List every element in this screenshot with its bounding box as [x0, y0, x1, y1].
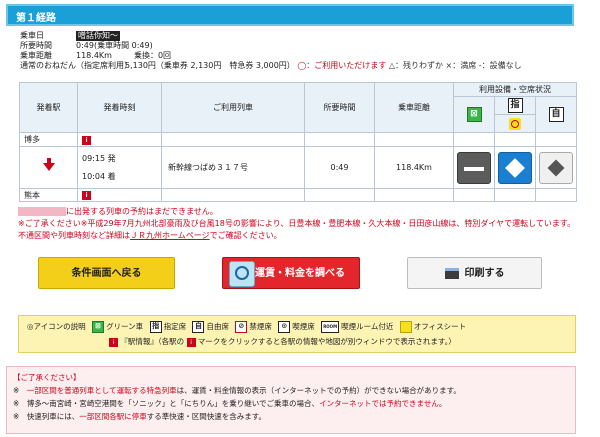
free-seat-icon: 自 — [192, 321, 205, 333]
legend-room: ROOM 喫煙ルーム付近 — [321, 319, 393, 334]
reserved-status — [494, 146, 536, 189]
header-facilities: 利用設備・空席状況 — [452, 82, 578, 97]
no-smoking-icon: ⊘ — [235, 321, 248, 333]
distance-value: 118.4Km — [374, 146, 454, 189]
green-status — [453, 146, 495, 189]
date-row: 乗車日 噌話你知〜 — [20, 31, 522, 41]
notice-box: 【ご了承ください】 ※ 一部区間を普通列車として運転する特急列車は、運賃・料金情… — [6, 366, 576, 434]
search-icon — [229, 261, 255, 287]
reserved-seat-icon: 指 — [149, 321, 162, 333]
smoking-icon: ⊙ — [278, 321, 291, 333]
legend-row-1: ◎アイコンの説明 ⊠ グリーン車 指指定席 自自由席 ⊘ 禁煙席 ⊙ 喫煙席 ROOM… — [27, 319, 567, 334]
legend-green: ⊠ グリーン車 — [92, 319, 143, 334]
reserved-seat-icon: 指 — [507, 98, 523, 113]
warning-line-1: に出発する列車の予約はまだできません。 — [18, 206, 576, 218]
departure-time: 09:15 発 — [82, 153, 116, 163]
transfer-count: 乗換：0回 — [133, 51, 172, 60]
from-station-info: i — [77, 132, 162, 147]
header-distance: 乗車距離 — [374, 82, 454, 133]
time-value: 0:49(乗車時間 0:49) — [76, 41, 153, 50]
train-name: 新幹線つばめ３１７号 — [161, 146, 305, 189]
legend-full: ×：満席 — [445, 61, 477, 70]
to-station: 熊本 — [19, 188, 78, 202]
station-info-icon[interactable]: i — [82, 191, 91, 200]
to-station-info: i — [77, 188, 162, 202]
distance-row: 乗車距離 118.4Km 乗換：0回 — [20, 51, 522, 61]
free-seat-status-icon[interactable] — [539, 151, 573, 184]
legend-row-2: i 『駅情報』（各駅の i マークをクリックすると各駅の情報や地図が別ウィンドウ… — [27, 334, 567, 349]
time-row: 所要時間 0:49(乗車時間 0:49) — [20, 41, 522, 51]
jr-kyushu-link[interactable]: ＪＲ九州ホームページ — [130, 231, 210, 240]
notice-line-1: ※ 一部区間を普通列車として運転する特急列車は、運賃・料金情報の表示（インターネ… — [13, 386, 461, 395]
header-dep-time: 発着時刻 — [77, 82, 162, 133]
unavailable-icon[interactable] — [457, 151, 491, 184]
smoking-room-icon: ROOM — [321, 321, 340, 333]
date-value: 噌話你知〜 — [76, 31, 120, 41]
check-fare-button[interactable]: 運賃・料金を調べる — [222, 257, 360, 289]
fare-row: 通常のおねだん（指定席利用）5,130円（乗車券 2,130円 特急券 3,00… — [20, 61, 522, 71]
legend-reserved: 指指定席 — [149, 319, 186, 334]
arrival-time: 10:04 着 — [82, 171, 116, 181]
route-info: 乗車日 噌話你知〜 所要時間 0:49(乗車時間 0:49) 乗車距離 118.4Km… — [20, 31, 522, 71]
green-car-icon: ⊠ — [92, 321, 105, 333]
direction-arrow — [19, 146, 78, 189]
legend-smoke: ⊙ 喫煙席 — [278, 319, 315, 334]
time-label: 所要時間 — [20, 41, 52, 50]
green-car-icon: ⊠ — [466, 107, 482, 122]
station-info-icon[interactable]: i — [82, 135, 91, 145]
legend-nosmoke: ⊘ 禁煙席 — [235, 319, 272, 334]
header-dep-station: 発着駅 — [19, 82, 78, 133]
duration-value: 0:49 — [304, 146, 375, 189]
notice-line-2: ※ 博多〜南宮崎・宮崎空港間を「ソニック」と「にちりん」を乗り継いでご乗車の場合… — [13, 399, 447, 408]
date-label: 乗車日 — [20, 31, 44, 40]
facility-green: ⊠ — [453, 96, 495, 133]
fare-label: 通常のおねだん（指定席利用） — [20, 61, 132, 70]
notice-line-3: ※ 快速列車には、一部区間各駅に停車する準快速・区間快速を含みます。 — [13, 412, 267, 421]
free-status — [534, 146, 578, 189]
print-button[interactable]: 印刷する — [407, 257, 542, 289]
facility-reserved: 指 — [494, 96, 536, 115]
distance-value: 118.4Km — [76, 51, 112, 60]
masked-date — [18, 207, 66, 216]
station-info-icon: i — [109, 337, 118, 347]
header-duration: 所要時間 — [304, 82, 375, 133]
route-table: 発着駅 発着時刻 ご利用列車 所要時間 乗車距離 利用設備・空席状況 ⊠ 指 自… — [19, 82, 578, 202]
legend-none: -：設備なし — [478, 61, 522, 70]
times: 09:15 発 10:04 着 — [77, 146, 162, 189]
route-title: 第１経路 — [16, 13, 56, 24]
from-station: 博多 — [19, 132, 78, 147]
printer-icon — [444, 267, 459, 279]
office-seat-icon — [399, 321, 412, 333]
facility-nosmoke — [494, 114, 536, 133]
warnings: に出発する列車の予約はまだできません。 ※ご了承ください※平成29年7月九州北部… — [18, 206, 576, 242]
distance-label: 乗車距離 — [20, 51, 52, 60]
legend-office: オフィスシート — [399, 319, 466, 334]
no-smoking-icon — [509, 117, 521, 130]
back-to-conditions-button[interactable]: 条件画面へ戻る — [38, 257, 175, 289]
station-info-icon: i — [186, 337, 196, 347]
fare-value: 5,130円（乗車券 2,130円 特急券 3,000円） — [125, 61, 295, 70]
legend-title: ◎アイコンの説明 — [27, 322, 86, 331]
legend-available: ◯：ご利用いただけます — [297, 61, 387, 70]
facility-free: 自 — [534, 96, 578, 133]
notice-title: 【ご了承ください】 — [13, 373, 81, 382]
legend-free: 自自由席 — [192, 319, 229, 334]
route-header: 第１経路 — [6, 4, 574, 26]
warning-line-2: ※ご了承ください※平成29年7月九州北部豪雨及び台風18号の影響により、日豊本線… — [18, 219, 576, 240]
icon-legend: ◎アイコンの説明 ⊠ グリーン車 指指定席 自自由席 ⊘ 禁煙席 ⊙ 喫煙席 ROOM… — [18, 315, 576, 353]
header-train: ご利用列車 — [161, 82, 305, 133]
free-seat-icon: 自 — [548, 107, 564, 122]
arrow-down-icon — [42, 157, 55, 171]
legend-few: △：残りわずか — [388, 61, 443, 70]
available-icon[interactable] — [498, 151, 532, 184]
